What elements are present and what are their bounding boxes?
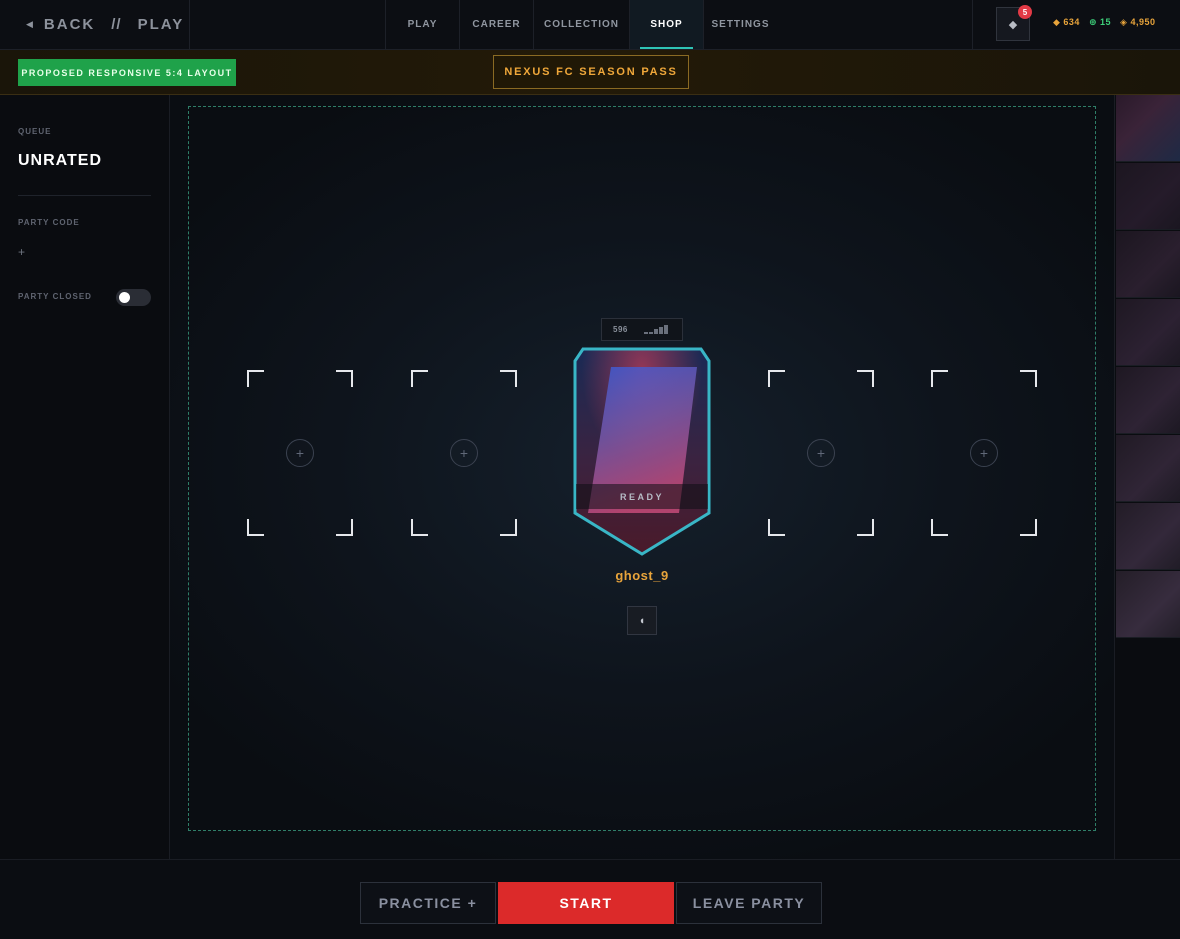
half-circle-icon: ◖: [638, 614, 646, 627]
start-button[interactable]: START: [498, 882, 674, 924]
add-player-icon[interactable]: +: [286, 439, 314, 467]
party-closed-toggle[interactable]: [116, 289, 151, 306]
currency-balances: ◆ 634 ⊕ 15 ◈ 4,950: [1053, 17, 1155, 28]
friend-avatar[interactable]: [1116, 163, 1180, 230]
empty-party-slot[interactable]: +: [247, 370, 353, 536]
leave-party-button[interactable]: LEAVE PARTY: [676, 882, 822, 924]
friend-avatar[interactable]: [1116, 435, 1180, 502]
account-area: ◆ 5 ◆ 634 ⊕ 15 ◈ 4,950: [972, 0, 1180, 49]
friends-strip: [1114, 95, 1180, 859]
back-arrow-icon: ◀: [26, 19, 35, 29]
add-player-icon[interactable]: +: [450, 439, 478, 467]
friend-avatar[interactable]: [1116, 367, 1180, 434]
tab-collection[interactable]: COLLECTION: [533, 0, 629, 49]
notification-count-badge: 5: [1018, 5, 1032, 19]
currency-radiant: ⊕ 15: [1089, 17, 1111, 28]
diamond-icon: ◆: [1008, 18, 1018, 31]
add-player-icon[interactable]: +: [807, 439, 835, 467]
diamond-icon: ◆: [1053, 17, 1061, 27]
player-card[interactable]: [573, 347, 711, 557]
top-nav-bar: ◀ BACK // PLAY PLAY CAREER COLLECTION SH…: [0, 0, 1180, 50]
tab-play[interactable]: PLAY: [385, 0, 459, 49]
party-closed-label: PARTY CLOSED: [18, 292, 92, 301]
divider: [18, 195, 151, 196]
player-options-button[interactable]: ◖: [627, 606, 657, 635]
queue-selector[interactable]: UNRATED: [18, 152, 102, 170]
currency-kingdom: ◈ 4,950: [1120, 17, 1155, 28]
generate-party-code-button[interactable]: +: [18, 245, 25, 259]
kingdom-icon: ◈: [1120, 17, 1128, 27]
tab-career[interactable]: CAREER: [459, 0, 533, 49]
friend-avatar[interactable]: [1116, 299, 1180, 366]
empty-party-slot[interactable]: +: [768, 370, 874, 536]
season-pass-button[interactable]: NEXUS FC SEASON PASS: [493, 55, 689, 89]
player-rank-indicator: 596: [601, 318, 683, 341]
tab-settings[interactable]: SETTINGS: [703, 0, 777, 49]
tab-shop[interactable]: SHOP: [629, 0, 703, 49]
signal-bars-icon: [643, 325, 668, 334]
breadcrumb-separator: //: [111, 16, 122, 33]
currency-vp-value: 634: [1063, 17, 1080, 27]
currency-kingdom-value: 4,950: [1130, 17, 1156, 27]
party-settings-panel: QUEUE UNRATED PARTY CODE + PARTY CLOSED: [0, 95, 170, 859]
practice-button[interactable]: PRACTICE +: [360, 882, 496, 924]
add-player-icon[interactable]: +: [970, 439, 998, 467]
radiant-icon: ⊕: [1088, 17, 1097, 27]
empty-party-slot[interactable]: +: [411, 370, 517, 536]
action-bar: PRACTICE + START LEAVE PARTY: [0, 859, 1180, 939]
toggle-knob: [119, 292, 130, 303]
proposed-layout-tag: PROPOSED RESPONSIVE 5:4 LAYOUT: [18, 59, 236, 86]
empty-party-slot[interactable]: +: [931, 370, 1037, 536]
rank-value: 596: [613, 325, 628, 334]
player-name: ghost_9: [615, 568, 669, 583]
promo-banner: PROPOSED RESPONSIVE 5:4 LAYOUT NEXUS FC …: [0, 50, 1180, 95]
friend-avatar[interactable]: [1116, 571, 1180, 638]
friend-avatar[interactable]: [1116, 503, 1180, 570]
ready-status: READY: [576, 484, 708, 509]
back-button[interactable]: ◀ BACK // PLAY: [0, 0, 190, 49]
party-lobby-stage: + + + + 596 READY ghost_9 ◖: [170, 95, 1114, 859]
currency-radiant-value: 15: [1100, 17, 1112, 27]
breadcrumb-current: PLAY: [137, 16, 185, 33]
currency-vp: ◆ 634: [1053, 17, 1080, 28]
party-code-label: PARTY CODE: [18, 218, 80, 227]
friend-avatar[interactable]: [1116, 95, 1180, 162]
friend-avatar[interactable]: [1116, 231, 1180, 298]
queue-label: QUEUE: [18, 127, 52, 136]
back-label: BACK: [43, 16, 96, 33]
main-tabs: PLAY CAREER COLLECTION SHOP SETTINGS: [385, 0, 777, 49]
